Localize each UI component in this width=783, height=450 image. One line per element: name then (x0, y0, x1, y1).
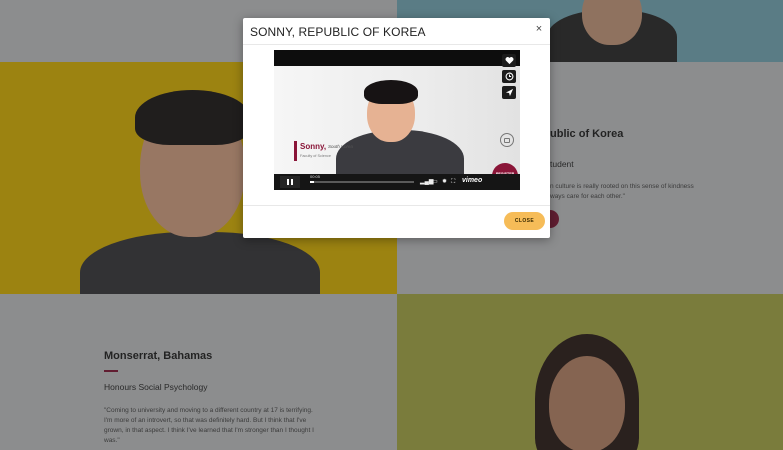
captions-icon[interactable]: ▭ (432, 178, 438, 186)
like-button[interactable] (502, 54, 516, 67)
lower-third-subtitle: Faculty of Science (300, 154, 332, 158)
video-person-hair (364, 80, 418, 104)
video-letterbox (274, 50, 520, 66)
lower-third-country: South Korea (328, 144, 354, 149)
progress-bar[interactable] (310, 181, 414, 183)
pause-button[interactable] (280, 176, 300, 188)
modal-title: SONNY, REPUBLIC OF KOREA (250, 25, 426, 39)
settings-icon[interactable]: ✹ (442, 178, 447, 186)
lower-third-accent (294, 141, 297, 161)
lower-third-name: Sonny, (300, 142, 327, 151)
video-controls: 00:05 ▂▄▆ ▭ ✹ ⛶ vimeo (274, 174, 520, 190)
heart-icon (505, 57, 513, 65)
watch-later-button[interactable] (502, 70, 516, 83)
fullscreen-icon[interactable]: ⛶ (451, 178, 455, 186)
video-time: 00:05 (310, 174, 321, 179)
clock-icon (505, 72, 513, 81)
progress-fill (310, 181, 315, 183)
close-button[interactable]: CLOSE (504, 212, 545, 230)
modal-header-divider (243, 44, 550, 45)
video-player[interactable]: Sonny, South Korea Faculty of Science RE… (274, 50, 520, 190)
send-icon (505, 88, 513, 97)
close-icon[interactable]: × (533, 23, 545, 35)
modal-footer-divider (243, 205, 550, 206)
picture-in-picture-icon[interactable] (500, 133, 514, 147)
share-button[interactable] (502, 86, 516, 99)
vimeo-logo[interactable]: vimeo (462, 177, 482, 184)
video-modal: SONNY, REPUBLIC OF KOREA × Sonny, South … (243, 18, 550, 238)
